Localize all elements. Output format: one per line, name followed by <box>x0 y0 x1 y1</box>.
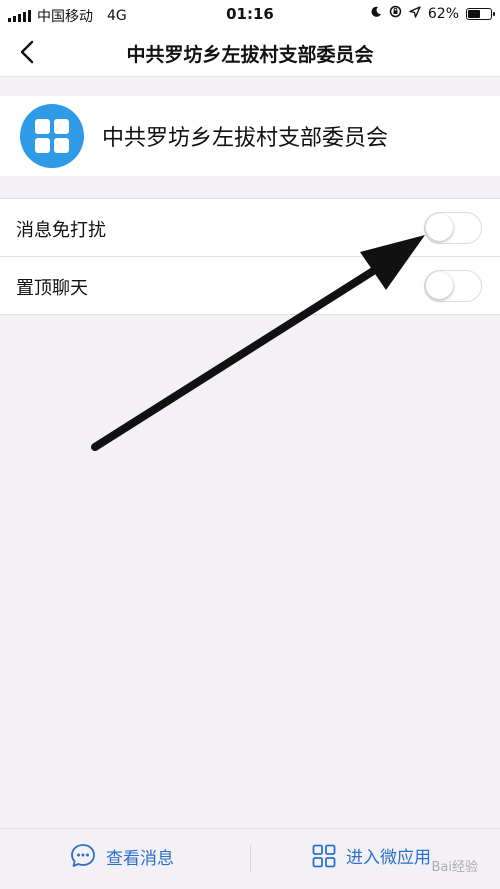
view-messages-label: 查看消息 <box>106 848 174 869</box>
page-title: 中共罗坊乡左拔村支部委员会 <box>126 44 374 66</box>
mute-toggle[interactable] <box>424 212 482 244</box>
group-name: 中共罗坊乡左拔村支部委员会 <box>102 126 389 151</box>
battery-percent: 62% <box>427 5 459 22</box>
battery-icon <box>466 7 495 20</box>
bottom-divider <box>250 845 251 873</box>
grid-icon <box>312 844 336 867</box>
group-header: 中共罗坊乡左拔村支部委员会 <box>0 96 500 176</box>
rotation-lock-icon <box>389 5 402 22</box>
status-right: 62% <box>370 5 495 22</box>
moon-icon <box>370 6 382 22</box>
group-avatar <box>20 104 84 168</box>
battery-fill <box>468 9 480 18</box>
pin-toggle[interactable] <box>424 270 482 302</box>
enter-app-label: 进入微应用 <box>346 848 431 868</box>
bottom-bar: 查看消息 进入微应用 Bai经验 <box>0 828 500 889</box>
mute-label: 消息免打扰 <box>16 220 106 241</box>
view-messages-button[interactable]: 查看消息 <box>70 843 174 869</box>
setting-row-pin: 置顶聊天 <box>0 256 500 314</box>
watermark: Bai经验 <box>431 860 479 875</box>
status-bar: 中国移动 4G 01:16 62% <box>0 0 500 28</box>
toggle-knob <box>426 272 453 299</box>
pin-label: 置顶聊天 <box>16 278 88 299</box>
chat-bubble-icon <box>71 844 95 867</box>
setting-row-mute: 消息免打扰 <box>0 199 500 256</box>
settings-list: 消息免打扰 置顶聊天 <box>0 198 500 315</box>
location-icon <box>409 5 421 22</box>
enter-app-button[interactable]: 进入微应用 <box>312 843 431 868</box>
nav-bar: 中共罗坊乡左拔村支部委员会 <box>0 28 500 77</box>
toggle-knob <box>426 214 453 241</box>
grid-apps-icon <box>35 119 69 153</box>
